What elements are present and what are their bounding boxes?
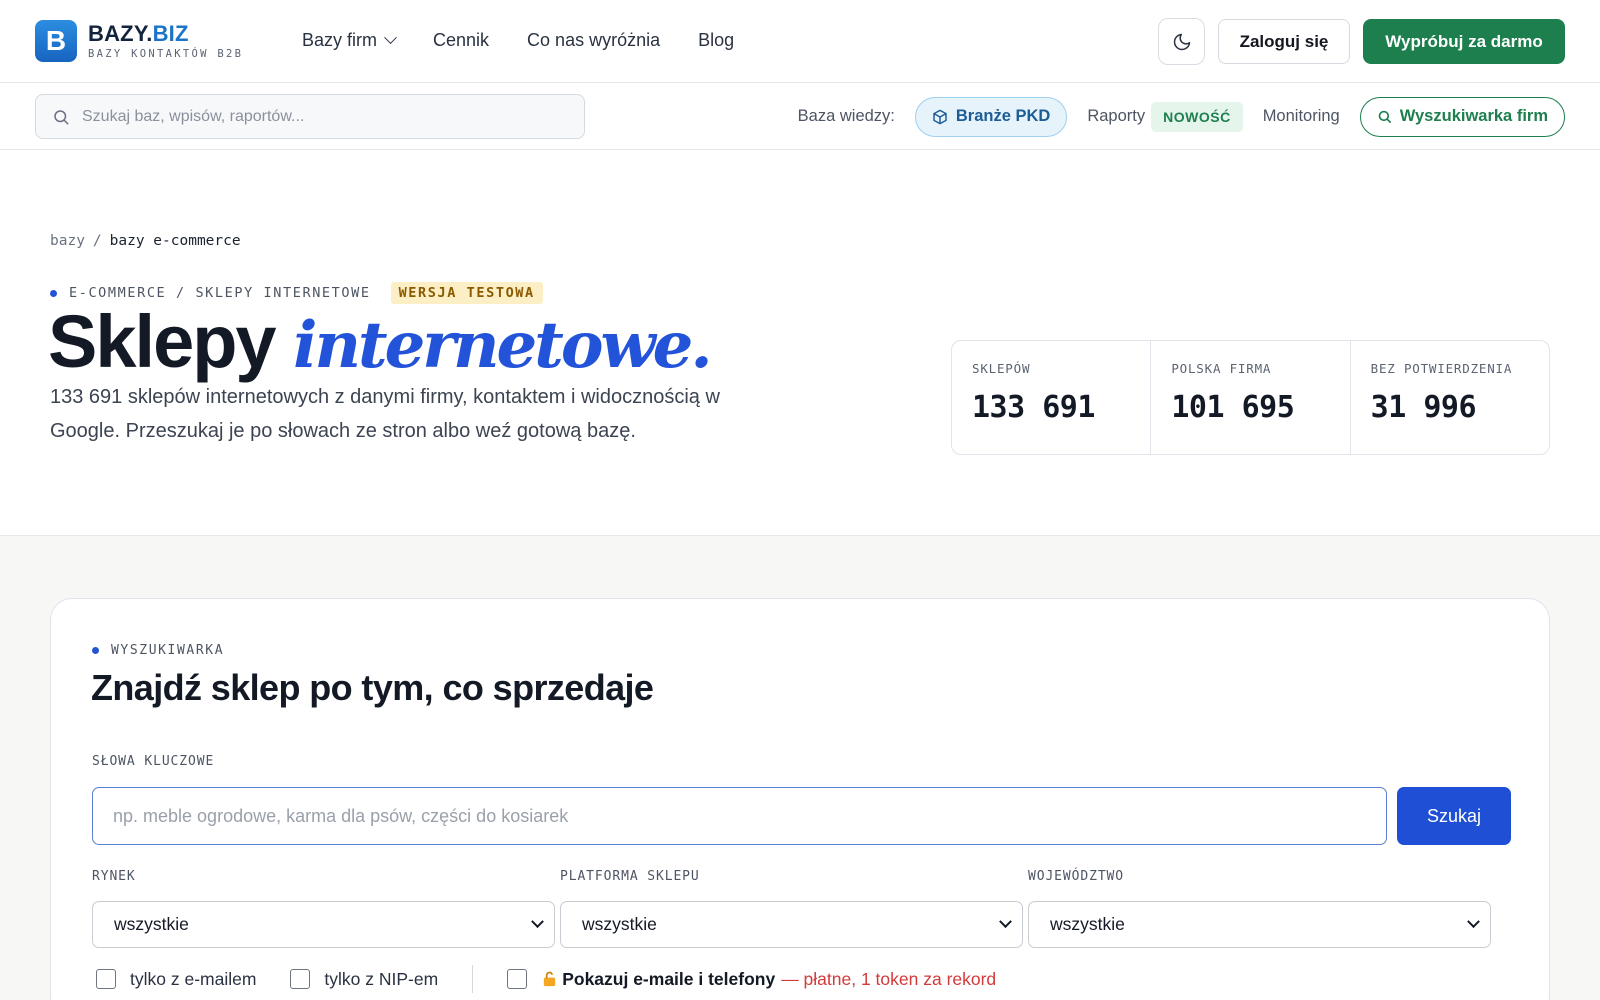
monitoring-link[interactable]: Monitoring — [1263, 107, 1340, 126]
nip-only-option[interactable]: tylko z NIP-em — [290, 969, 438, 990]
search-icon — [1378, 110, 1391, 123]
pkd-industries-link[interactable]: Branże PKD — [914, 96, 1068, 137]
sub-navbar: Baza wiedzy: Branże PKD Raporty NOWOŚĆ M… — [0, 83, 1600, 150]
show-contacts-checkbox[interactable] — [507, 969, 528, 989]
company-finder-link[interactable]: Wyszukiwarka firm — [1359, 96, 1565, 137]
finder-eyebrow: WYSZUKIWARKA — [92, 643, 224, 658]
email-only-option[interactable]: tylko z e-mailem — [96, 969, 256, 990]
chevron-down-icon — [531, 915, 544, 929]
voivodeship-label: WOJEWÓDZTWO — [1028, 869, 1124, 884]
paid-note: — płatne, 1 token za rekord — [781, 968, 997, 989]
reports-link[interactable]: Raporty — [1087, 107, 1145, 126]
menu-item-co-nas-wyroznia[interactable]: Co nas wyróżnia — [527, 30, 660, 51]
cube-icon — [933, 109, 947, 124]
site-search-input[interactable] — [82, 107, 542, 126]
stat-shops: SKLEPÓW 133 691 — [952, 341, 1152, 454]
platform-label: PLATFORMA SKLEPU — [560, 869, 700, 884]
theme-toggle-button[interactable] — [1158, 18, 1205, 65]
nip-only-checkbox[interactable] — [290, 969, 311, 989]
bullet-dot — [92, 647, 99, 654]
try-free-button[interactable]: Wypróbuj za darmo — [1363, 19, 1565, 64]
keywords-label: SŁOWA KLUCZOWE — [92, 754, 215, 769]
stats-panel: SKLEPÓW 133 691 POLSKA FIRMA 101 695 BEZ… — [951, 340, 1550, 455]
login-button[interactable]: Zaloguj się — [1218, 19, 1350, 64]
main-menu: Bazy firm Cennik Co nas wyróżnia Blog — [302, 30, 734, 51]
new-badge: NOWOŚĆ — [1151, 101, 1243, 132]
menu-item-blog[interactable]: Blog — [698, 30, 734, 51]
stat-unconfirmed: BEZ POTWIERDZENIA 31 996 — [1370, 361, 1513, 425]
moon-icon — [1173, 33, 1190, 50]
finder-section: WYSZUKIWARKA Znajdź sklep po tym, co spr… — [0, 535, 1600, 1000]
menu-item-bazy-firm[interactable]: Bazy firm — [302, 30, 397, 51]
brand-tagline: BAZY KONTAKTÓW B2B — [88, 48, 244, 60]
lock-icon — [544, 971, 556, 987]
voivodeship-select[interactable]: wszystkie — [1028, 901, 1491, 948]
top-navbar: B BAZY.BIZ BAZY KONTAKTÓW B2B Bazy firm … — [0, 0, 1600, 83]
breadcrumb-separator: / — [92, 233, 102, 249]
hero-description: 133 691 sklepów internetowych z danymi f… — [50, 386, 720, 442]
email-only-checkbox[interactable] — [96, 969, 116, 989]
brand-name: BAZY.BIZ — [88, 21, 189, 46]
finder-card: WYSZUKIWARKA Znajdź sklep po tym, co spr… — [50, 598, 1550, 1000]
hero-category: E-COMMERCE / SKLEPY INTERNETOWE — [69, 285, 371, 301]
divider — [472, 965, 474, 993]
platform-select[interactable]: wszystkie — [560, 901, 1023, 948]
search-icon — [54, 109, 69, 124]
market-select[interactable]: wszystkie — [92, 901, 555, 948]
page-title: Sklepy internetowe. — [48, 300, 713, 383]
site-search — [35, 94, 585, 139]
chevron-down-icon — [384, 31, 397, 45]
chevron-down-icon — [999, 915, 1012, 929]
filter-checkboxes: tylko z e-mailem tylko z NIP-em Pokazuj … — [96, 965, 1030, 993]
show-contacts-option[interactable]: Pokazuj e-maile i telefony — płatne, 1 t… — [507, 969, 996, 990]
logo-text: BAZY.BIZ BAZY KONTAKTÓW B2B — [88, 21, 244, 61]
page-title-accent: internetowe. — [293, 308, 712, 383]
menu-item-cennik[interactable]: Cennik — [433, 30, 489, 51]
logo-mark: B — [35, 20, 77, 62]
brand-logo[interactable]: B BAZY.BIZ BAZY KONTAKTÓW B2B — [35, 20, 243, 62]
knowledge-base-links: Baza wiedzy: Branże PKD Raporty NOWOŚĆ M… — [798, 94, 1565, 139]
breadcrumb-root[interactable]: bazy — [50, 233, 85, 249]
search-button[interactable]: Szukaj — [1397, 787, 1511, 845]
bullet-dot — [50, 289, 57, 297]
finder-title: Znajdź sklep po tym, co sprzedaje — [91, 667, 654, 708]
market-label: RYNEK — [92, 869, 136, 884]
stat-polish-company: POLSKA FIRMA 101 695 — [1151, 341, 1351, 454]
knowledge-base-label: Baza wiedzy: — [797, 107, 895, 125]
breadcrumb: bazy / bazy e-commerce — [50, 233, 241, 249]
breadcrumb-current: bazy e-commerce — [109, 233, 241, 249]
chevron-down-icon — [1467, 915, 1480, 929]
keywords-input[interactable] — [92, 787, 1387, 845]
